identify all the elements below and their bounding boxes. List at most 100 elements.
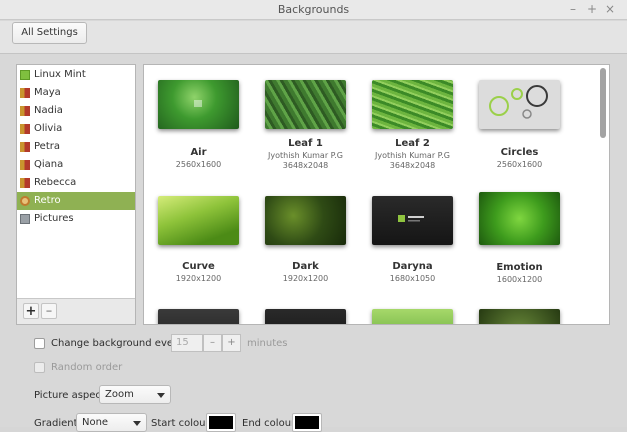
retro-icon	[20, 196, 30, 206]
picture-aspect-select[interactable]: Zoom	[99, 385, 171, 404]
wallpaper-tile-emotion[interactable]: Emotion 1600x1200	[466, 182, 573, 292]
end-colour-swatch	[295, 416, 319, 429]
sidebar-item-olivia[interactable]: Olivia	[17, 120, 135, 138]
minimize-button[interactable]: –	[566, 2, 580, 16]
start-colour-button[interactable]	[206, 413, 236, 432]
sidebar-item-label: Nadia	[34, 105, 63, 116]
sidebar-item-label: Pictures	[34, 213, 74, 224]
change-background-checkbox[interactable]	[34, 338, 45, 349]
book-icon	[20, 160, 30, 170]
window-title: Backgrounds	[277, 3, 350, 16]
leaf-logo-icon	[194, 100, 202, 107]
wallpaper-tile[interactable]	[466, 295, 573, 324]
sidebar-item-pictures[interactable]: Pictures	[17, 210, 135, 228]
random-order-label: Random order	[51, 362, 123, 373]
wallpaper-tile-circles[interactable]: Circles 2560x1600	[466, 66, 573, 176]
book-icon	[20, 106, 30, 116]
wallpaper-size: 2560x1600	[496, 160, 543, 169]
chevron-down-icon	[133, 421, 141, 426]
wallpaper-size: 2560x1600	[175, 160, 222, 169]
book-icon	[20, 124, 30, 134]
wallpaper-tile[interactable]	[359, 295, 466, 324]
mint-logo-icon	[398, 215, 424, 222]
wallpaper-gallery: Air 2560x1600 Leaf 1 Jyothish Kumar P.G …	[143, 64, 610, 325]
sidebar-item-label: Petra	[34, 141, 60, 152]
gradient-select[interactable]: None	[76, 413, 147, 432]
folder-icon	[20, 214, 30, 224]
start-colour-swatch	[209, 416, 233, 429]
wallpaper-thumbnail	[265, 80, 346, 129]
sidebar-item-maya[interactable]: Maya	[17, 84, 135, 102]
add-folder-button[interactable]: +	[23, 303, 39, 319]
sidebar-item-label: Maya	[34, 87, 61, 98]
wallpaper-tile-dark[interactable]: Dark 1920x1200	[252, 182, 359, 292]
wallpaper-tile[interactable]	[145, 295, 252, 324]
interval-decrement-button[interactable]: –	[203, 334, 222, 352]
sidebar-item-rebecca[interactable]: Rebecca	[17, 174, 135, 192]
sidebar-item-qiana[interactable]: Qiana	[17, 156, 135, 174]
wallpaper-thumbnail	[372, 196, 453, 245]
picture-aspect-label: Picture aspect	[34, 390, 105, 401]
wallpaper-name: Air	[190, 147, 207, 158]
wallpaper-tile-curve[interactable]: Curve 1920x1200	[145, 182, 252, 292]
interval-input[interactable]: 15	[171, 334, 203, 352]
wallpaper-size: 1680x1050	[389, 274, 436, 283]
start-colour-label: Start colour	[151, 418, 210, 429]
gradient-label: Gradient	[34, 418, 78, 429]
book-icon	[20, 142, 30, 152]
wallpaper-author: Jyothish Kumar P.G	[268, 151, 343, 160]
chevron-down-icon	[157, 393, 165, 398]
gradient-value: None	[82, 417, 109, 428]
wallpaper-tile-leaf-2[interactable]: Leaf 2 Jyothish Kumar P.G 3648x2048	[359, 66, 466, 176]
wallpaper-thumbnail	[372, 309, 453, 324]
end-colour-button[interactable]	[292, 413, 322, 432]
mint-icon	[20, 70, 30, 80]
maximize-button[interactable]: +	[585, 2, 599, 16]
sidebar-item-label: Qiana	[34, 159, 64, 170]
sidebar-item-label: Rebecca	[34, 177, 77, 188]
wallpaper-size: 1920x1200	[175, 274, 222, 283]
random-order-checkbox[interactable]	[34, 362, 45, 373]
header-toolbar: All Settings	[0, 21, 627, 54]
circles-pattern-icon	[489, 85, 548, 119]
collection-sidebar: Linux Mint Maya Nadia Olivia Petra Qiana…	[16, 64, 136, 325]
gallery-scrollbar[interactable]	[598, 66, 608, 323]
wallpaper-name: Emotion	[496, 262, 543, 273]
wallpaper-size: 3648x2048	[389, 161, 436, 170]
wallpaper-size: 1600x1200	[496, 275, 543, 284]
wallpaper-name: Curve	[182, 261, 215, 272]
all-settings-button[interactable]: All Settings	[12, 22, 87, 44]
wallpaper-tile-air[interactable]: Air 2560x1600	[145, 66, 252, 176]
sidebar-toolbar: + –	[17, 298, 135, 324]
wallpaper-name: Leaf 1	[288, 138, 323, 149]
wallpaper-name: Circles	[500, 147, 539, 158]
wallpaper-author: Jyothish Kumar P.G	[375, 151, 450, 160]
wallpaper-thumbnail	[158, 80, 239, 129]
picture-aspect-value: Zoom	[105, 389, 134, 400]
interval-increment-button[interactable]: +	[222, 334, 241, 352]
change-background-label: Change background every	[51, 338, 184, 349]
scrollbar-thumb[interactable]	[600, 68, 606, 138]
remove-folder-button[interactable]: –	[41, 303, 57, 319]
wallpaper-thumbnail	[158, 196, 239, 245]
wallpaper-name: Daryna	[392, 261, 433, 272]
wallpaper-tile-daryna[interactable]: Daryna 1680x1050	[359, 182, 466, 292]
sidebar-item-nadia[interactable]: Nadia	[17, 102, 135, 120]
wallpaper-tile[interactable]	[252, 295, 359, 324]
minutes-label: minutes	[247, 338, 288, 349]
close-button[interactable]: ×	[603, 2, 617, 16]
sidebar-item-label: Olivia	[34, 123, 63, 134]
wallpaper-size: 3648x2048	[282, 161, 329, 170]
wallpaper-thumbnail	[372, 80, 453, 129]
book-icon	[20, 88, 30, 98]
wallpaper-thumbnail	[479, 192, 560, 245]
sidebar-item-label: Retro	[34, 195, 61, 206]
sidebar-item-petra[interactable]: Petra	[17, 138, 135, 156]
sidebar-item-linux-mint[interactable]: Linux Mint	[17, 66, 135, 84]
title-bar[interactable]: Backgrounds – + ×	[0, 0, 627, 20]
wallpaper-name: Leaf 2	[395, 138, 430, 149]
wallpaper-tile-leaf-1[interactable]: Leaf 1 Jyothish Kumar P.G 3648x2048	[252, 66, 359, 176]
sidebar-item-retro[interactable]: Retro	[17, 192, 135, 210]
end-colour-label: End colour	[242, 418, 296, 429]
book-icon	[20, 178, 30, 188]
